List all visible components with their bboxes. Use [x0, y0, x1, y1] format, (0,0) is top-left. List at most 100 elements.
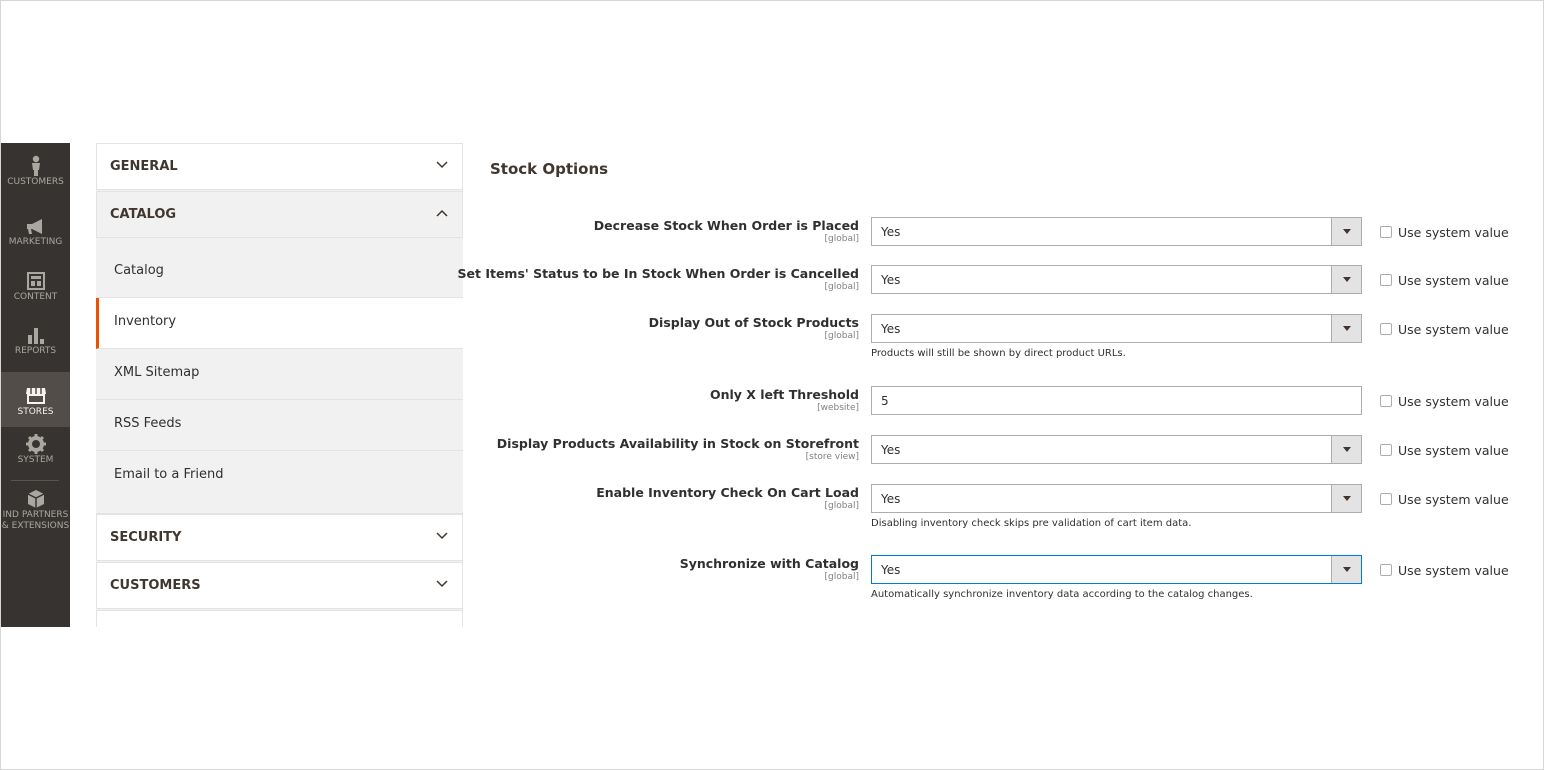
admin-menu-label: REPORTS — [14, 346, 57, 356]
reports-icon — [27, 328, 44, 344]
field-label: Display Products Availability in Stock o… — [496, 436, 859, 451]
field-label: Decrease Stock When Order is Placed — [593, 218, 859, 233]
dropdown-arrow-icon[interactable] — [1331, 266, 1361, 293]
checkbox-box[interactable] — [1380, 274, 1392, 286]
dropdown-arrow-icon[interactable] — [1331, 485, 1361, 512]
field-note: Automatically synchronize inventory data… — [871, 589, 1253, 600]
field-scope: [global] — [824, 234, 859, 244]
field-row: Synchronize with Catalog [global] Yes Au… — [480, 555, 1520, 605]
field-row: Enable Inventory Check On Cart Load [glo… — [480, 484, 1520, 534]
checkbox-label: Use system value — [1398, 225, 1509, 240]
display-availability-select[interactable]: Yes — [871, 435, 1362, 464]
checkbox-label: Use system value — [1398, 273, 1509, 288]
dropdown-arrow-icon[interactable] — [1331, 556, 1361, 583]
checkbox-box[interactable] — [1380, 444, 1392, 456]
field-label: Enable Inventory Check On Cart Load — [596, 485, 859, 500]
select-value: Yes — [881, 322, 901, 336]
input-value: 5 — [881, 394, 889, 408]
dropdown-arrow-icon[interactable] — [1331, 218, 1361, 245]
admin-menu-label: CUSTOMERS — [7, 177, 64, 187]
field-scope: [global] — [824, 282, 859, 292]
tab-item-rss-feeds[interactable]: RSS Feeds — [96, 400, 463, 451]
admin-menu-divider — [11, 480, 59, 481]
field-scope: [global] — [824, 501, 859, 511]
checkbox-label: Use system value — [1398, 322, 1509, 337]
admin-menu-label: MARKETING — [8, 237, 63, 247]
field-scope: [website] — [817, 403, 859, 413]
admin-menu-stores[interactable]: STORES — [1, 372, 70, 427]
field-label: Synchronize with Catalog — [679, 556, 859, 571]
admin-menu-partners-extensions[interactable]: IND PARTNERS & EXTENSIONS — [1, 488, 70, 538]
tab-item-inventory[interactable]: Inventory — [96, 298, 463, 349]
tab-item-label: RSS Feeds — [114, 416, 182, 431]
select-value: Yes — [881, 563, 901, 577]
field-label: Set Items' Status to be In Stock When Or… — [457, 266, 859, 281]
tab-title: SECURITY — [110, 530, 182, 545]
admin-menu-bar: CUSTOMERS MARKETING CONTENT REPORTS STOR… — [1, 143, 70, 627]
checkbox-box[interactable] — [1380, 564, 1392, 576]
field-label: Only X left Threshold — [709, 387, 859, 402]
tab-customers[interactable]: CUSTOMERS — [96, 562, 463, 609]
select-value: Yes — [881, 225, 901, 239]
field-label: Display Out of Stock Products — [648, 315, 859, 330]
tab-item-email-to-a-friend[interactable]: Email to a Friend — [96, 451, 463, 514]
admin-menu-reports[interactable]: REPORTS — [1, 324, 70, 379]
tab-catalog[interactable]: CATALOG — [96, 191, 463, 238]
checkbox-label: Use system value — [1398, 394, 1509, 409]
select-value: Yes — [881, 443, 901, 457]
stores-icon — [25, 388, 46, 404]
field-scope: [store view] — [805, 452, 859, 462]
admin-menu-label: & EXTENSIONS — [1, 521, 70, 531]
checkbox-label: Use system value — [1398, 443, 1509, 458]
checkbox-label: Use system value — [1398, 563, 1509, 578]
field-row: Decrease Stock When Order is Placed [glo… — [480, 217, 1520, 257]
tab-title: CATALOG — [110, 207, 177, 222]
tab-security[interactable]: SECURITY — [96, 514, 463, 561]
tab-next-collapsed[interactable] — [96, 610, 463, 627]
dropdown-arrow-icon[interactable] — [1331, 436, 1361, 463]
admin-menu-label: SYSTEM — [17, 455, 54, 465]
gear-icon — [25, 434, 46, 454]
tab-item-label: Catalog — [114, 263, 164, 278]
tab-item-label: Email to a Friend — [114, 467, 224, 482]
admin-menu-customers[interactable]: CUSTOMERS — [1, 155, 70, 210]
field-scope: [global] — [824, 331, 859, 341]
section-title: Stock Options — [490, 160, 609, 178]
content-icon — [26, 272, 45, 290]
tab-item-catalog[interactable]: Catalog — [96, 247, 463, 298]
admin-menu-label: CONTENT — [13, 292, 58, 302]
checkbox-box[interactable] — [1380, 226, 1392, 238]
admin-menu-content[interactable]: CONTENT — [1, 270, 70, 325]
chevron-down-icon — [436, 532, 448, 540]
checkbox-box[interactable] — [1380, 493, 1392, 505]
field-row: Only X left Threshold [website] 5 Use sy… — [480, 386, 1520, 426]
field-row: Set Items' Status to be In Stock When Or… — [458, 265, 1520, 305]
admin-menu-label: IND PARTNERS — [2, 510, 69, 520]
display-out-of-stock-select[interactable]: Yes — [871, 314, 1362, 343]
only-x-left-threshold-input[interactable]: 5 — [871, 386, 1362, 415]
customers-icon — [31, 155, 40, 176]
tab-title: GENERAL — [110, 159, 178, 174]
inventory-check-cart-load-select[interactable]: Yes — [871, 484, 1362, 513]
tab-general[interactable]: GENERAL — [96, 143, 463, 190]
dropdown-arrow-icon[interactable] — [1331, 315, 1361, 342]
decrease-stock-select[interactable]: Yes — [871, 217, 1362, 246]
megaphone-icon — [26, 219, 42, 234]
checkbox-box[interactable] — [1380, 323, 1392, 335]
field-scope: [global] — [824, 572, 859, 582]
tab-item-label: XML Sitemap — [114, 365, 200, 380]
tab-item-label: Inventory — [114, 314, 177, 329]
field-row: Display Products Availability in Stock o… — [480, 435, 1520, 475]
field-note: Products will still be shown by direct p… — [871, 348, 1126, 359]
synchronize-with-catalog-select[interactable]: Yes — [871, 555, 1362, 584]
chevron-down-icon — [436, 161, 448, 169]
extensions-icon — [27, 490, 44, 508]
select-value: Yes — [881, 492, 901, 506]
field-row: Display Out of Stock Products [global] Y… — [480, 314, 1520, 364]
config-tabs: GENERAL CATALOG Catalog Inventory XML Si… — [96, 143, 463, 627]
in-stock-on-cancel-select[interactable]: Yes — [871, 265, 1362, 294]
tab-item-xml-sitemap[interactable]: XML Sitemap — [96, 349, 463, 400]
checkbox-box[interactable] — [1380, 395, 1392, 407]
field-note: Disabling inventory check skips pre vali… — [871, 518, 1192, 529]
admin-menu-marketing[interactable]: MARKETING — [1, 217, 70, 272]
